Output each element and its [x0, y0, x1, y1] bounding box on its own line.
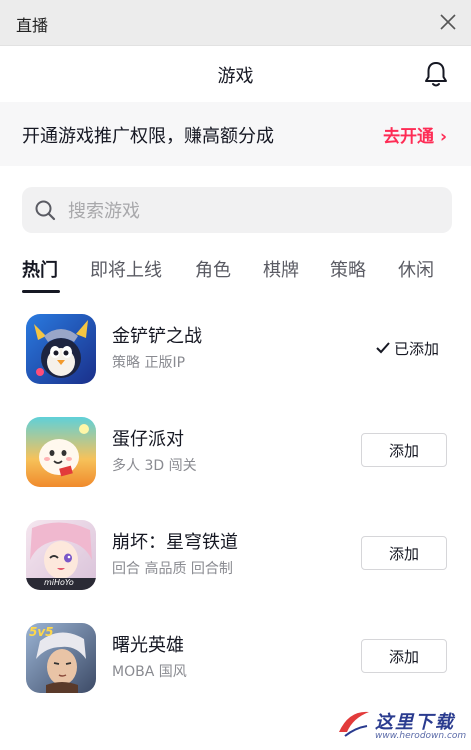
game-tags: MOBA 国风 — [112, 664, 187, 680]
watermark-url: www.herodown.com — [375, 731, 467, 741]
search-box — [22, 187, 452, 233]
game-tags: 多人 3D 闯关 — [112, 458, 197, 474]
game-tags: 回合 高品质 回合制 — [112, 561, 233, 577]
page-header: 游戏 — [0, 46, 471, 102]
watermark-logo: 这里下载 www.herodown.com — [335, 704, 467, 744]
category-tabs: 热门 即将上线 角色 棋牌 策略 休闲 — [0, 250, 471, 294]
list-item: 金铲铲之战 策略 正版IP 已添加 — [0, 306, 471, 396]
add-game-button[interactable]: 添加 — [361, 639, 447, 673]
add-game-button[interactable]: 添加 — [361, 536, 447, 570]
tab-strategy[interactable]: 策略 — [330, 256, 366, 282]
tab-hot[interactable]: 热门 — [22, 256, 58, 282]
game-icon-badge: miHoYo — [44, 578, 74, 587]
game-name: 蛋仔派对 — [112, 429, 184, 450]
active-tab-indicator — [22, 290, 60, 293]
promo-text: 开通游戏推广权限，赚高额分成 — [22, 126, 274, 147]
added-status: 已添加 — [376, 338, 439, 359]
game-icon-shuguang: 5v5 — [26, 623, 96, 693]
tab-role[interactable]: 角色 — [195, 256, 231, 282]
promo-cta-link[interactable]: 去开通 › — [383, 122, 447, 147]
search-input[interactable] — [66, 195, 440, 227]
close-icon[interactable] — [439, 13, 457, 31]
bell-icon[interactable] — [423, 60, 449, 88]
search-icon — [35, 200, 56, 221]
game-tags: 策略 正版IP — [112, 355, 186, 371]
game-icon-jinchanchan — [26, 314, 96, 384]
promo-banner: 开通游戏推广权限，赚高额分成 去开通 › — [0, 102, 471, 166]
tab-board[interactable]: 棋牌 — [263, 256, 299, 282]
tab-upcoming[interactable]: 即将上线 — [90, 256, 162, 282]
add-game-button[interactable]: 添加 — [361, 433, 447, 467]
game-name: 崩坏：星穹铁道 — [112, 532, 238, 553]
game-icon-badge: 5v5 — [29, 625, 54, 639]
window-titlebar: 直播 — [0, 0, 471, 46]
list-item: 5v5 曙光英雄 MOBA 国风 添加 — [0, 615, 471, 705]
window-title: 直播 — [16, 16, 49, 35]
list-item: miHoYo 崩坏：星穹铁道 回合 高品质 回合制 添加 — [0, 512, 471, 602]
game-icon-danzai — [26, 417, 96, 487]
check-icon — [376, 342, 390, 354]
list-item: 蛋仔派对 多人 3D 闯关 添加 — [0, 409, 471, 499]
game-name: 金铲铲之战 — [112, 326, 202, 347]
game-icon-honkai: miHoYo — [26, 520, 96, 590]
added-label: 已添加 — [393, 340, 439, 358]
game-name: 曙光英雄 — [112, 635, 184, 656]
page-title: 游戏 — [217, 66, 254, 87]
tab-casual[interactable]: 休闲 — [398, 256, 434, 282]
